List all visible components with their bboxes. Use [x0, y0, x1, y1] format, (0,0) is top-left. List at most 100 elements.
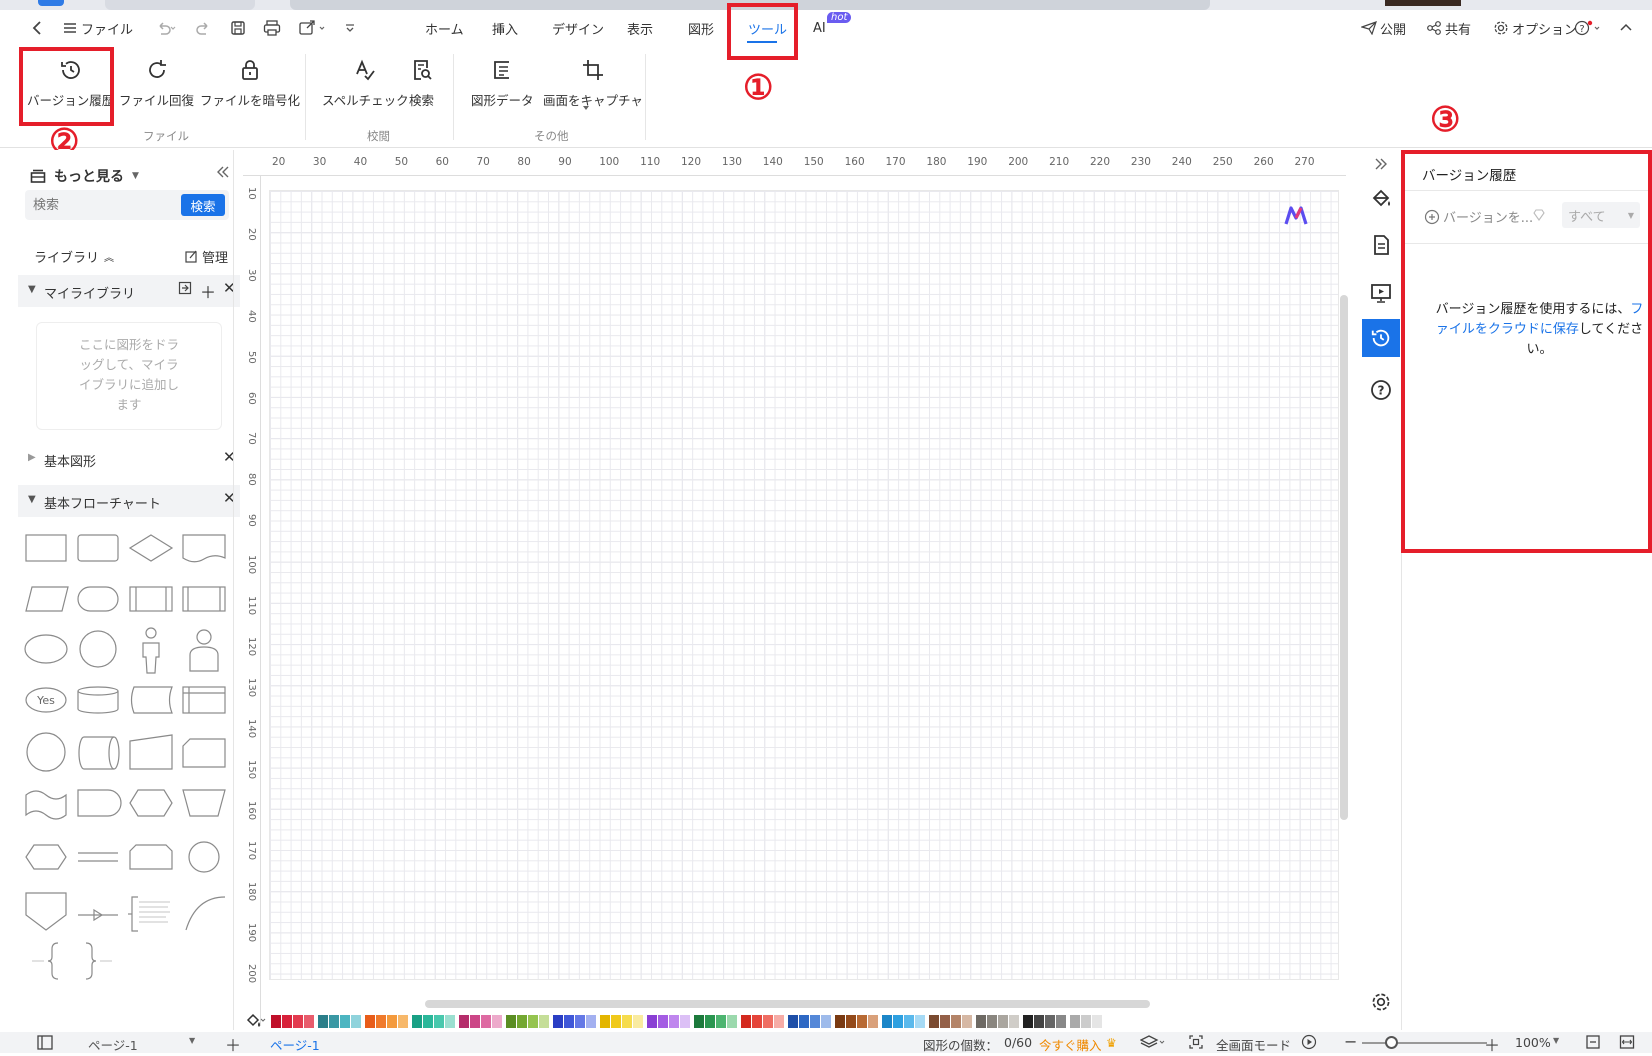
- basic-shapes-header[interactable]: ▶ 基本図形 ✕: [18, 443, 240, 475]
- shape-data-button[interactable]: 図形データ: [471, 56, 534, 109]
- color-swatch[interactable]: [622, 1014, 632, 1028]
- annotation-text-shape[interactable]: [128, 896, 170, 932]
- color-swatch[interactable]: [1070, 1014, 1080, 1028]
- manual-operation-shape[interactable]: [182, 789, 226, 817]
- screen-capture-button[interactable]: 画面をキャプチャ: [543, 56, 643, 109]
- manual-input-shape[interactable]: [129, 734, 173, 770]
- color-swatch[interactable]: [1045, 1014, 1055, 1028]
- color-swatch[interactable]: [329, 1014, 339, 1028]
- more-shapes-button[interactable]: もっと見る ▼: [30, 166, 139, 186]
- spellcheck-button[interactable]: スペルチェック: [322, 56, 409, 109]
- collapse-panel-icon[interactable]: [215, 164, 231, 184]
- play-icon[interactable]: [1301, 1034, 1317, 1053]
- library-search-input[interactable]: [33, 195, 173, 215]
- color-swatch[interactable]: [553, 1014, 563, 1028]
- color-swatch[interactable]: [575, 1014, 585, 1028]
- color-swatch[interactable]: [774, 1014, 784, 1028]
- brace-shape[interactable]: [32, 942, 112, 980]
- color-swatch[interactable]: [600, 1014, 610, 1028]
- library-search-button[interactable]: 検索: [181, 194, 225, 216]
- browser-tab[interactable]: [105, 0, 255, 10]
- color-swatch[interactable]: [705, 1014, 715, 1028]
- caret-down-icon[interactable]: ▼: [189, 1036, 195, 1045]
- options-button[interactable]: オプション: [1493, 19, 1577, 38]
- search-button[interactable]: 検索: [409, 56, 434, 109]
- preparation-shape[interactable]: [25, 844, 67, 870]
- undo-icon[interactable]: [155, 20, 177, 36]
- color-swatch[interactable]: [835, 1014, 845, 1028]
- color-swatch[interactable]: [752, 1014, 762, 1028]
- color-swatch[interactable]: [998, 1014, 1008, 1028]
- color-swatch[interactable]: [351, 1014, 361, 1028]
- parallel-mode-shape[interactable]: [78, 852, 118, 862]
- tab-insert[interactable]: 挿入: [492, 19, 518, 38]
- color-swatch[interactable]: [633, 1014, 643, 1028]
- color-swatch[interactable]: [940, 1014, 950, 1028]
- ai-assistant-icon[interactable]: [1283, 206, 1309, 230]
- caret-down-icon[interactable]: ▼: [1553, 1036, 1559, 1045]
- library-drop-zone[interactable]: ここに図形をドラッグして、マイライブラリに追加します: [36, 322, 222, 430]
- color-swatch[interactable]: [741, 1014, 751, 1028]
- fill-bucket-icon[interactable]: [1370, 188, 1392, 214]
- redo-icon[interactable]: [196, 20, 212, 36]
- display-shape[interactable]: [129, 789, 173, 817]
- color-swatch[interactable]: [398, 1014, 408, 1028]
- terminator-shape[interactable]: [77, 586, 119, 612]
- help-icon[interactable]: ?: [1370, 379, 1392, 405]
- file-menu[interactable]: ファイル: [62, 19, 133, 38]
- process-shape[interactable]: [25, 534, 67, 562]
- page-select[interactable]: ページ-1: [88, 1035, 138, 1054]
- on-page-reference-shape[interactable]: [188, 841, 220, 873]
- color-swatch[interactable]: [282, 1014, 292, 1028]
- color-swatch[interactable]: [586, 1014, 596, 1028]
- zoom-slider-thumb[interactable]: [1385, 1036, 1398, 1049]
- horizontal-scrollbar[interactable]: [425, 1000, 1150, 1008]
- browser-tab[interactable]: [1385, 0, 1461, 6]
- fill-color-picker-icon[interactable]: [243, 1011, 269, 1031]
- basic-flowchart-header[interactable]: ▼ 基本フローチャート ✕: [18, 485, 240, 517]
- ellipse-shape[interactable]: [24, 634, 68, 664]
- color-swatch[interactable]: [962, 1014, 972, 1028]
- fit-icon[interactable]: [1188, 1034, 1204, 1053]
- more-quick-icon[interactable]: [344, 22, 356, 34]
- color-swatch[interactable]: [1023, 1014, 1033, 1028]
- color-swatch[interactable]: [434, 1014, 444, 1028]
- manual-loop-shape[interactable]: [182, 586, 226, 612]
- color-swatch[interactable]: [365, 1014, 375, 1028]
- color-swatch[interactable]: [893, 1014, 903, 1028]
- color-swatch[interactable]: [716, 1014, 726, 1028]
- drawing-canvas[interactable]: 20 30 40 50 60 70 80 90 100 110 120 130 140 150 160 170…: [243, 150, 1348, 1030]
- color-swatch[interactable]: [376, 1014, 386, 1028]
- tab-shape[interactable]: 図形: [688, 19, 714, 38]
- back-icon[interactable]: [30, 20, 44, 36]
- settings-icon[interactable]: [1370, 991, 1392, 1017]
- color-swatch[interactable]: [528, 1014, 538, 1028]
- page-list-icon[interactable]: [36, 1034, 54, 1053]
- database-shape[interactable]: [77, 686, 119, 714]
- color-swatch[interactable]: [976, 1014, 986, 1028]
- card-shape[interactable]: [182, 738, 226, 768]
- add-icon[interactable]: ＋: [200, 279, 216, 303]
- zoom-slider[interactable]: [1362, 1042, 1487, 1044]
- color-swatch[interactable]: [1056, 1014, 1066, 1028]
- file-recover-button[interactable]: ファイル回復: [119, 56, 194, 109]
- color-swatch[interactable]: [929, 1014, 939, 1028]
- version-history-tool[interactable]: [1362, 319, 1400, 357]
- export-icon[interactable]: [298, 20, 328, 36]
- color-swatch[interactable]: [810, 1014, 820, 1028]
- add-page-icon[interactable]: ＋: [225, 1032, 241, 1056]
- zoom-in-icon[interactable]: ＋: [1484, 1032, 1500, 1056]
- color-swatch[interactable]: [727, 1014, 737, 1028]
- offpage-connector-shape[interactable]: [25, 892, 67, 931]
- actor-shape[interactable]: [142, 627, 160, 674]
- color-swatch[interactable]: [987, 1014, 997, 1028]
- color-swatch[interactable]: [318, 1014, 328, 1028]
- fit-width-icon[interactable]: [1619, 1034, 1635, 1053]
- collapse-ribbon-icon[interactable]: [1619, 21, 1633, 35]
- color-swatch[interactable]: [271, 1014, 281, 1028]
- color-swatch[interactable]: [459, 1014, 469, 1028]
- vertical-scrollbar[interactable]: [1340, 295, 1348, 820]
- my-library-header[interactable]: ▼ マイライブラリ ＋ ✕: [18, 275, 240, 307]
- color-swatch[interactable]: [492, 1014, 502, 1028]
- publish-button[interactable]: 公開: [1361, 19, 1406, 38]
